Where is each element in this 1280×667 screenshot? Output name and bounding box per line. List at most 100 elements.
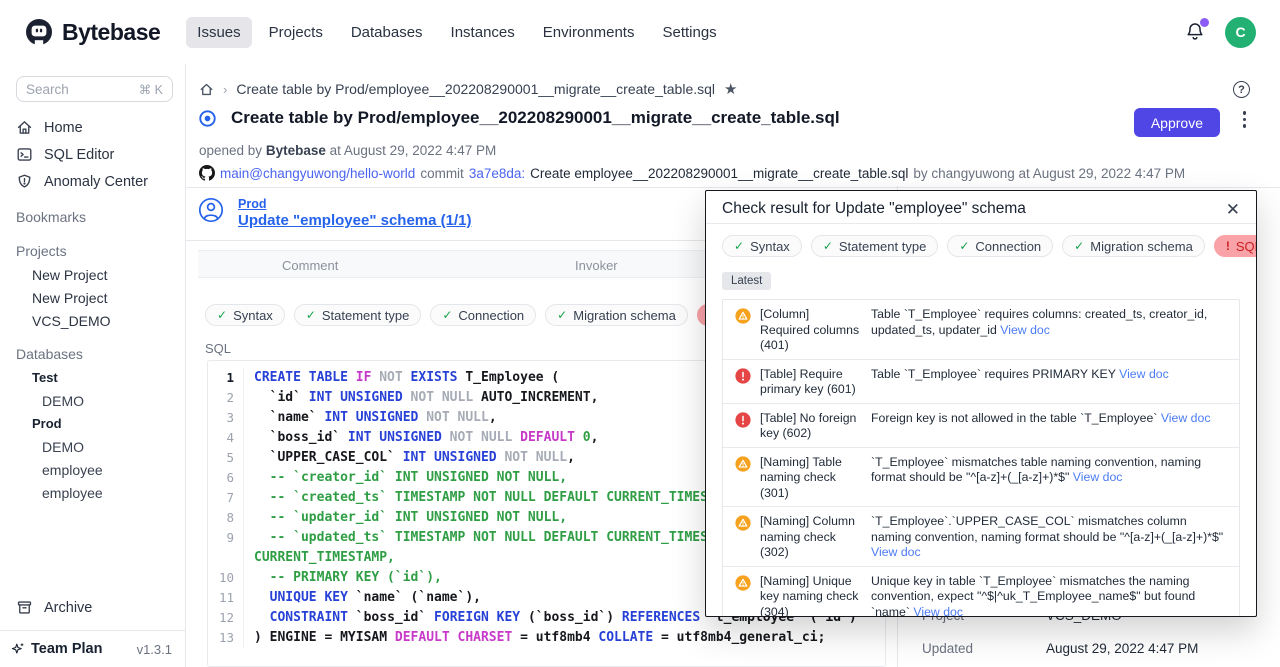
sidebar-item-label: Anomaly Center xyxy=(44,174,148,190)
sidebar-environment-test: Test xyxy=(16,366,173,389)
check-icon: ✓ xyxy=(557,308,567,322)
check-result-list: [Column] Required columns (401) Table `T_… xyxy=(722,299,1240,617)
check-result-modal: Check result for Update "employee" schem… xyxy=(705,190,1257,617)
check-icon: ✓ xyxy=(217,308,227,322)
stage-environment-link[interactable]: Prod xyxy=(238,197,471,211)
bookmarks-header: Bookmarks xyxy=(16,204,173,229)
line-number: 4 xyxy=(208,428,244,448)
plan-name: Team Plan xyxy=(31,641,102,657)
view-doc-link[interactable]: View doc xyxy=(871,545,921,559)
check-icon: ✓ xyxy=(823,239,833,253)
bookmark-star-icon[interactable]: ★ xyxy=(724,80,737,98)
sidebar-project-new-project[interactable]: New Project xyxy=(16,286,173,309)
stage-user-icon xyxy=(198,197,224,229)
check-icon: ✓ xyxy=(1074,239,1084,253)
check-badge-connection[interactable]: ✓Connection xyxy=(430,304,536,326)
sidebar-project-new-project[interactable]: New Project xyxy=(16,263,173,286)
sidebar-project-vcs-demo[interactable]: VCS_DEMO xyxy=(16,309,173,332)
help-icon[interactable]: ? xyxy=(1233,81,1250,98)
commit-hash-link[interactable]: 3a7e8da: xyxy=(469,166,525,181)
notification-dot xyxy=(1200,18,1209,27)
check-description: Table `T_Employee` requires PRIMARY KEY … xyxy=(871,365,1229,383)
vcs-branch-link[interactable]: main@changyuwong/hello-world xyxy=(220,166,415,181)
sidebar-item-home[interactable]: Home xyxy=(16,114,173,141)
nav-tab-projects[interactable]: Projects xyxy=(258,17,334,48)
check-result-row: [Table] No foreign key (602)Foreign key … xyxy=(723,404,1239,448)
sidebar-database-demo[interactable]: DEMO xyxy=(16,389,173,412)
check-badge-label: Connection xyxy=(975,239,1041,254)
check-badge-statement-type[interactable]: ✓Statement type xyxy=(294,304,422,326)
view-doc-link[interactable]: View doc xyxy=(1161,411,1211,425)
check-badge-connection[interactable]: ✓Connection xyxy=(947,235,1053,257)
check-badge-label: Syntax xyxy=(750,239,790,254)
view-doc-link[interactable]: View doc xyxy=(1073,470,1123,484)
detail-row-updated: UpdatedAugust 29, 2022 4:47 PM xyxy=(922,641,1270,656)
code-line: 13) ENGINE = MYISAM DEFAULT CHARSET = ut… xyxy=(208,628,885,648)
check-badge-sql-review[interactable]: ! SQL review xyxy=(1214,235,1257,257)
chevron-right-icon: › xyxy=(223,82,227,97)
line-number: 3 xyxy=(208,408,244,428)
check-badge-migration-schema[interactable]: ✓ Migration schema xyxy=(1062,235,1205,257)
check-result-row: [Column] Required columns (401)Table `T_… xyxy=(723,300,1239,360)
breadcrumb-title[interactable]: Create table by Prod/employee__202208290… xyxy=(236,81,715,97)
brand-name: Bytebase xyxy=(62,19,160,46)
line-number: 7 xyxy=(208,488,244,508)
check-badge-label: Statement type xyxy=(839,239,926,254)
check-rule-name: [Naming] Column naming check (302) xyxy=(760,512,862,561)
view-doc-link[interactable]: View doc xyxy=(913,605,963,618)
nav-tab-instances[interactable]: Instances xyxy=(440,17,526,48)
notifications-bell-icon[interactable] xyxy=(1183,20,1207,44)
check-rule-name: [Column] Required columns (401) xyxy=(760,305,862,354)
view-doc-link[interactable]: View doc xyxy=(1000,323,1050,337)
more-actions-icon[interactable] xyxy=(1243,111,1247,128)
database-list: TestDEMOProdDEMOemployeeemployee xyxy=(16,366,173,504)
approve-button[interactable]: Approve xyxy=(1134,108,1220,137)
topbar-right: C xyxy=(1183,17,1256,48)
code-text: ) ENGINE = MYISAM DEFAULT CHARSET = utf8… xyxy=(244,628,885,648)
check-badge-label: Migration schema xyxy=(1090,239,1193,254)
sidebar-database-employee[interactable]: employee xyxy=(16,481,173,504)
check-badge-syntax[interactable]: ✓ Syntax xyxy=(205,304,285,326)
home-breadcrumb-icon[interactable] xyxy=(199,82,214,97)
user-avatar[interactable]: C xyxy=(1225,17,1256,48)
latest-filter-chip[interactable]: Latest xyxy=(722,272,771,290)
search-input[interactable]: Search ⌘ K xyxy=(16,76,173,102)
warning-icon xyxy=(735,515,751,531)
check-result-row: [Naming] Table naming check (301)`T_Empl… xyxy=(723,448,1239,508)
stage-name-link[interactable]: Update "employee" schema (1/1) xyxy=(238,212,471,229)
close-icon[interactable]: ✕ xyxy=(1226,201,1240,218)
nav-tab-settings[interactable]: Settings xyxy=(651,17,727,48)
check-badge-label: Migration schema xyxy=(573,308,676,323)
sidebar-item-sql-editor[interactable]: SQL Editor xyxy=(16,141,173,168)
check-description: `T_Employee` mismatches table naming con… xyxy=(871,453,1229,486)
check-badge-label: SQL review xyxy=(1236,239,1257,254)
nav-tab-databases[interactable]: Databases xyxy=(340,17,434,48)
column-header-comment: Comment xyxy=(282,251,338,279)
detail-label: Updated xyxy=(922,641,1046,656)
sidebar-database-demo[interactable]: DEMO xyxy=(16,435,173,458)
sidebar-item-archive[interactable]: Archive xyxy=(16,594,92,621)
vcs-commit-meta: main@changyuwong/hello-world commit 3a7e… xyxy=(199,165,1185,181)
line-number: 10 xyxy=(208,568,244,588)
line-number: 13 xyxy=(208,628,244,648)
sidebar-environment-prod: Prod xyxy=(16,412,173,435)
check-description: `T_Employee`.`UPPER_CASE_COL` mismatches… xyxy=(871,512,1229,561)
check-badge-migration-schema[interactable]: ✓ Migration schema xyxy=(545,304,688,326)
sql-section-label: SQL xyxy=(205,341,231,356)
bytebase-logo[interactable]: Bytebase xyxy=(24,17,160,47)
line-number: 2 xyxy=(208,388,244,408)
check-badge-label: Syntax xyxy=(233,308,273,323)
check-badge-statement-type[interactable]: ✓ Statement type xyxy=(811,235,939,257)
warning-icon xyxy=(735,456,751,472)
fail-icon: ! xyxy=(1226,239,1230,253)
check-description: Unique key in table `T_Employee` mismatc… xyxy=(871,572,1229,618)
plan-footer[interactable]: Team Plan v1.3.1 xyxy=(0,630,185,667)
nav-tab-environments[interactable]: Environments xyxy=(532,17,646,48)
nav-tab-issues[interactable]: Issues xyxy=(186,17,251,48)
check-badge-syntax[interactable]: ✓Syntax xyxy=(722,235,802,257)
app-version: v1.3.1 xyxy=(137,642,172,657)
check-icon: ✓ xyxy=(442,308,452,322)
sidebar-item-anomaly-center[interactable]: Anomaly Center xyxy=(16,168,173,195)
sidebar-database-employee[interactable]: employee xyxy=(16,458,173,481)
view-doc-link[interactable]: View doc xyxy=(1119,367,1169,381)
